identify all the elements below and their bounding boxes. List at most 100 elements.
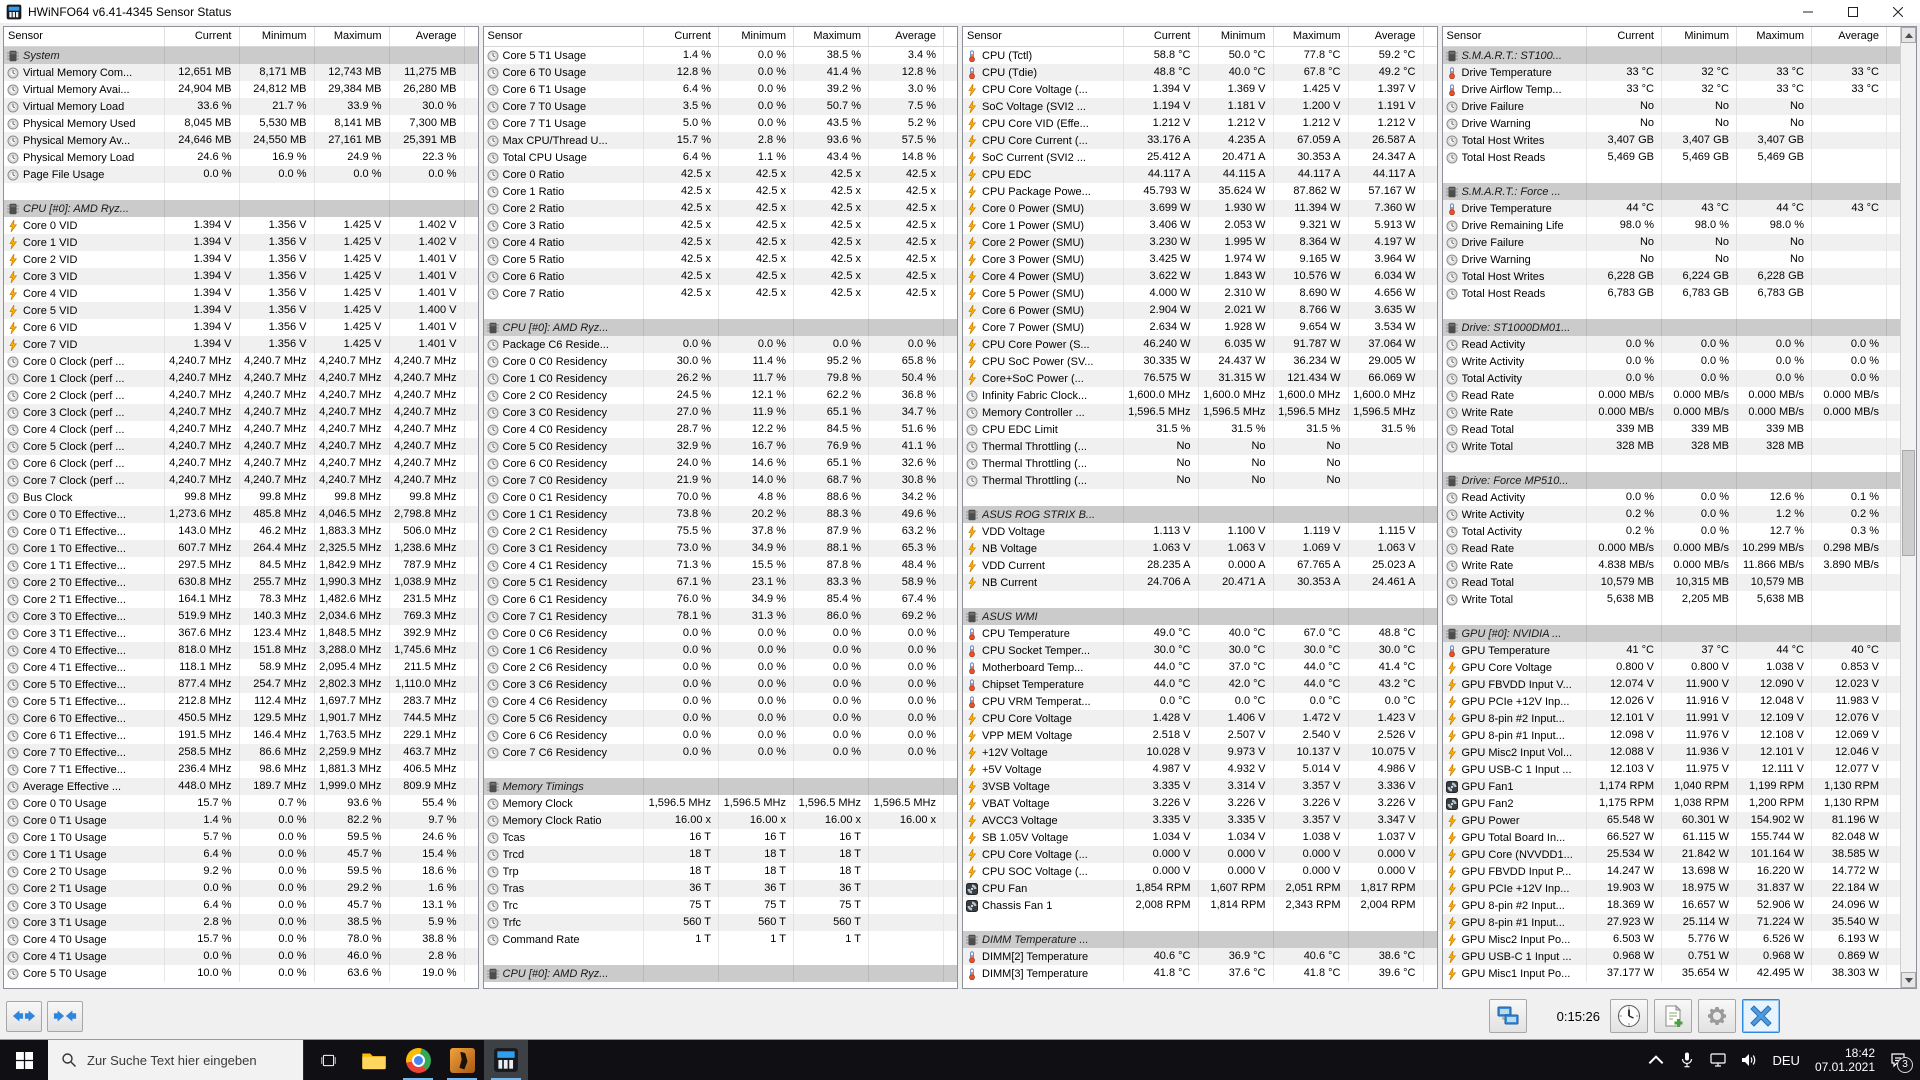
sensor-row[interactable]: Core 5 T1 Effective... 212.8 MHz 112.4 MHz… <box>4 693 478 710</box>
sensor-row[interactable]: Core 6 C1 Residency 76.0 % 34.9 % 85.4 % 67.… <box>483 591 957 608</box>
sensor-row[interactable]: Tcas 16 T 16 T 16 T <box>483 829 957 846</box>
sensor-row[interactable]: Memory Clock 1,596.5 MHz 1,596.5 MHz 1,596.… <box>483 795 957 812</box>
sensor-row[interactable]: Core 2 C6 Residency 0.0 % 0.0 % 0.0 % 0.0 % <box>483 659 957 676</box>
sensor-row[interactable]: GPU Misc2 Input Po... 6.503 W 5.776 W 6.526… <box>1442 931 1900 948</box>
sensor-row[interactable]: Core 1 T1 Usage 6.4 % 0.0 % 45.7 % 15.4 % <box>4 846 478 863</box>
column-header-current[interactable]: Current <box>643 27 718 46</box>
section-header-row[interactable]: ASUS ROG STRIX B... <box>963 506 1437 523</box>
sensor-row[interactable]: Core 7 VID 1.394 V 1.356 V 1.425 V 1.401 V <box>4 336 478 353</box>
sensor-row[interactable]: Core 5 VID 1.394 V 1.356 V 1.425 V 1.400 V <box>4 302 478 319</box>
sensor-row[interactable]: Core 4 T0 Usage 15.7 % 0.0 % 78.0 % 38.8 % <box>4 931 478 948</box>
sensor-row[interactable]: GPU 8-pin #2 Input... 18.369 W 16.657 W 52.… <box>1442 897 1900 914</box>
remote-monitoring-button[interactable] <box>1488 999 1527 1033</box>
sensor-row[interactable]: Core 6 Clock (perf ... 4,240.7 MHz 4,240.7… <box>4 455 478 472</box>
sensor-row[interactable]: GPU Total Board In... 66.527 W 61.115 W 155… <box>1442 829 1900 846</box>
sensor-row[interactable]: Read Total 339 MB 339 MB 339 MB <box>1442 421 1900 438</box>
section-header-row[interactable]: Memory Timings <box>483 778 957 795</box>
sensor-row[interactable]: GPU Fan2 1,175 RPM 1,038 RPM 1,200 RPM 1,130… <box>1442 795 1900 812</box>
sensor-row[interactable]: Chipset Temperature 44.0 °C 42.0 °C 44.0 °C… <box>963 676 1437 693</box>
column-header-minimum[interactable]: Minimum <box>718 27 793 46</box>
sensor-row[interactable]: Package C6 Reside... 0.0 % 0.0 % 0.0 % 0.0 % <box>483 336 957 353</box>
sensor-row[interactable]: Core 1 Ratio 42.5 x 42.5 x 42.5 x 42.5 x <box>483 183 957 200</box>
column-header-current[interactable]: Current <box>1586 27 1661 46</box>
section-header-row[interactable]: S.M.A.R.T.: Force ... <box>1442 183 1900 200</box>
sensor-row[interactable]: Core 6 T1 Effective... 191.5 MHz 146.4 MHz… <box>4 727 478 744</box>
sensor-row[interactable]: Drive Temperature 44 °C 43 °C 44 °C 43 °C <box>1442 200 1900 217</box>
sensor-row[interactable]: Read Activity 0.0 % 0.0 % 12.6 % 0.1 % <box>1442 489 1900 506</box>
sensor-row[interactable]: Core 4 T1 Usage 0.0 % 0.0 % 46.0 % 2.8 % <box>4 948 478 965</box>
section-header-row[interactable]: Drive: ST1000DM01... <box>1442 319 1900 336</box>
sensor-row[interactable]: Core 1 VID 1.394 V 1.356 V 1.425 V 1.402 V <box>4 234 478 251</box>
sensor-row[interactable]: Physical Memory Used 8,045 MB 5,530 MB 8,14… <box>4 115 478 132</box>
column-header-maximum[interactable]: Maximum <box>793 27 868 46</box>
sensor-row[interactable]: Core 0 Ratio 42.5 x 42.5 x 42.5 x 42.5 x <box>483 166 957 183</box>
sensor-row[interactable]: Core 6 C0 Residency 24.0 % 14.6 % 65.1 % 32.… <box>483 455 957 472</box>
scroll-up-button[interactable] <box>1901 27 1916 43</box>
sensor-row[interactable]: Thermal Throttling (... No No No <box>963 438 1437 455</box>
sensor-row[interactable]: VPP MEM Voltage 2.518 V 2.507 V 2.540 V 2.52… <box>963 727 1437 744</box>
sensor-row[interactable]: Core 3 T0 Usage 6.4 % 0.0 % 45.7 % 13.1 % <box>4 897 478 914</box>
section-header-row[interactable]: CPU [#0]: AMD Ryz... <box>4 200 478 217</box>
sensor-row[interactable]: VDD Voltage 1.113 V 1.100 V 1.119 V 1.115 V <box>963 523 1437 540</box>
sensor-row[interactable]: Core 0 VID 1.394 V 1.356 V 1.425 V 1.402 V <box>4 217 478 234</box>
sensor-row[interactable]: Core 4 C1 Residency 71.3 % 15.5 % 87.8 % 48.… <box>483 557 957 574</box>
sensor-row[interactable]: Core 0 C0 Residency 30.0 % 11.4 % 95.2 % 65.… <box>483 353 957 370</box>
sensor-row[interactable]: Core 6 Ratio 42.5 x 42.5 x 42.5 x 42.5 x <box>483 268 957 285</box>
sensor-row[interactable]: Core 7 T0 Effective... 258.5 MHz 86.6 MHz 2… <box>4 744 478 761</box>
sensor-row[interactable]: Core 6 VID 1.394 V 1.356 V 1.425 V 1.401 V <box>4 319 478 336</box>
column-header-minimum[interactable]: Minimum <box>1661 27 1736 46</box>
sensor-row[interactable]: Core 1 C6 Residency 0.0 % 0.0 % 0.0 % 0.0 % <box>483 642 957 659</box>
scroll-down-button[interactable] <box>1901 972 1916 988</box>
sensor-row[interactable]: Tras 36 T 36 T 36 T <box>483 880 957 897</box>
sensor-row[interactable]: DIMM[2] Temperature 40.6 °C 36.9 °C 40.6 °C… <box>963 948 1437 965</box>
sensor-row[interactable]: GPU USB-C 1 Input ... 12.103 V 11.975 V 12.… <box>1442 761 1900 778</box>
sensor-row[interactable]: Core 7 Power (SMU) 2.634 W 1.928 W 9.654 W3… <box>963 319 1437 336</box>
sensor-row[interactable]: Drive Failure No No No <box>1442 234 1900 251</box>
sensor-row[interactable]: Physical Memory Load 24.6 % 16.9 % 24.9 % 22… <box>4 149 478 166</box>
section-header-row[interactable]: Drive: Force MP510... <box>1442 472 1900 489</box>
sensor-row[interactable]: Average Effective ... 448.0 MHz 189.7 MHz 1… <box>4 778 478 795</box>
sensor-row[interactable]: CPU SOC Voltage (... 0.000 V 0.000 V 0.000 … <box>963 863 1437 880</box>
column-header-current[interactable]: Current <box>163 27 239 46</box>
sensor-row[interactable]: Core 1 T0 Effective... 607.7 MHz 264.4 MHz… <box>4 540 478 557</box>
sensor-row[interactable]: CPU (Tdie) 48.8 °C 40.0 °C 67.8 °C 49.2 °C <box>963 64 1437 81</box>
sensor-row[interactable]: Total Host Reads 6,783 GB 6,783 GB 6,783 GB <box>1442 285 1900 302</box>
sensor-row[interactable]: Memory Clock Ratio 16.00 x 16.00 x 16.00 x1… <box>483 812 957 829</box>
sensor-row[interactable]: Write Rate 4.838 MB/s 0.000 MB/s 11.866 MB/… <box>1442 557 1900 574</box>
sensor-row[interactable]: Core 3 Power (SMU) 3.425 W 1.974 W 9.165 W3… <box>963 251 1437 268</box>
sensor-row[interactable]: CPU Socket Temper... 30.0 °C 30.0 °C 30.0 °… <box>963 642 1437 659</box>
section-header-row[interactable]: CPU [#0]: AMD Ryz... <box>483 319 957 336</box>
sensor-row[interactable]: GPU PCIe +12V Inp... 12.026 V 11.916 V 12.0… <box>1442 693 1900 710</box>
sensor-row[interactable]: Core 4 VID 1.394 V 1.356 V 1.425 V 1.401 V <box>4 285 478 302</box>
column-header-current[interactable]: Current <box>1122 27 1198 46</box>
sensor-row[interactable]: NB Current 24.706 A 20.471 A 30.353 A 24.461… <box>963 574 1437 591</box>
collapse-columns-button[interactable] <box>47 1000 83 1032</box>
sensor-row[interactable]: CPU EDC 44.117 A 44.115 A 44.117 A 44.117 A <box>963 166 1437 183</box>
sensor-row[interactable]: Write Activity 0.2 % 0.0 % 1.2 % 0.2 % <box>1442 506 1900 523</box>
sensor-row[interactable]: Write Total 328 MB 328 MB 328 MB <box>1442 438 1900 455</box>
sensor-row[interactable]: Trcd 18 T 18 T 18 T <box>483 846 957 863</box>
sensor-row[interactable]: Read Activity 0.0 % 0.0 % 0.0 % 0.0 % <box>1442 336 1900 353</box>
sensor-row[interactable]: Core 2 T0 Usage 9.2 % 0.0 % 59.5 % 18.6 % <box>4 863 478 880</box>
sensor-row[interactable]: Core 2 Power (SMU) 3.230 W 1.995 W 8.364 W4… <box>963 234 1437 251</box>
sensor-row[interactable]: Physical Memory Av... 24,646 MB 24,550 MB 2… <box>4 132 478 149</box>
sensor-row[interactable]: +5V Voltage 4.987 V 4.932 V 5.014 V 4.986 V <box>963 761 1437 778</box>
column-header-maximum[interactable]: Maximum <box>313 27 389 46</box>
sensor-row[interactable]: CPU Fan 1,854 RPM 1,607 RPM 2,051 RPM 1,817 … <box>963 880 1437 897</box>
sensor-row[interactable]: Core 6 T0 Usage 12.8 % 0.0 % 41.4 % 12.8 % <box>483 64 957 81</box>
sensor-row[interactable]: Core 0 T1 Effective... 143.0 MHz 46.2 MHz 1… <box>4 523 478 540</box>
sensor-row[interactable]: Core 5 C1 Residency 67.1 % 23.1 % 83.3 % 58.… <box>483 574 957 591</box>
sensor-row[interactable]: CPU Temperature 49.0 °C 40.0 °C 67.0 °C 48.8… <box>963 625 1437 642</box>
sensor-row[interactable]: GPU 8-pin #2 Input... 12.101 V 11.991 V 12.… <box>1442 710 1900 727</box>
sensor-row[interactable]: Core 7 T1 Effective... 236.4 MHz 98.6 MHz 1… <box>4 761 478 778</box>
sensor-row[interactable]: Core 5 T0 Usage 10.0 % 0.0 % 63.6 % 19.0 % <box>4 965 478 982</box>
sensor-row[interactable]: CPU (Tctl) 58.8 °C 50.0 °C 77.8 °C 59.2 °C <box>963 47 1437 64</box>
sensor-row[interactable]: Core 7 Ratio 42.5 x 42.5 x 42.5 x 42.5 x <box>483 285 957 302</box>
section-header-row[interactable]: S.M.A.R.T.: ST100... <box>1442 47 1900 64</box>
column-header-average[interactable]: Average <box>1811 27 1886 46</box>
sensor-row[interactable]: Core 1 Clock (perf ... 4,240.7 MHz 4,240.7… <box>4 370 478 387</box>
section-header-row[interactable]: System <box>4 47 478 64</box>
sensor-row[interactable]: Read Rate 0.000 MB/s 0.000 MB/s 10.299 MB/s… <box>1442 540 1900 557</box>
sensor-row[interactable]: Core 6 T1 Usage 6.4 % 0.0 % 39.2 % 3.0 % <box>483 81 957 98</box>
sensor-row[interactable]: CPU Core Voltage (... 0.000 V 0.000 V 0.000… <box>963 846 1437 863</box>
